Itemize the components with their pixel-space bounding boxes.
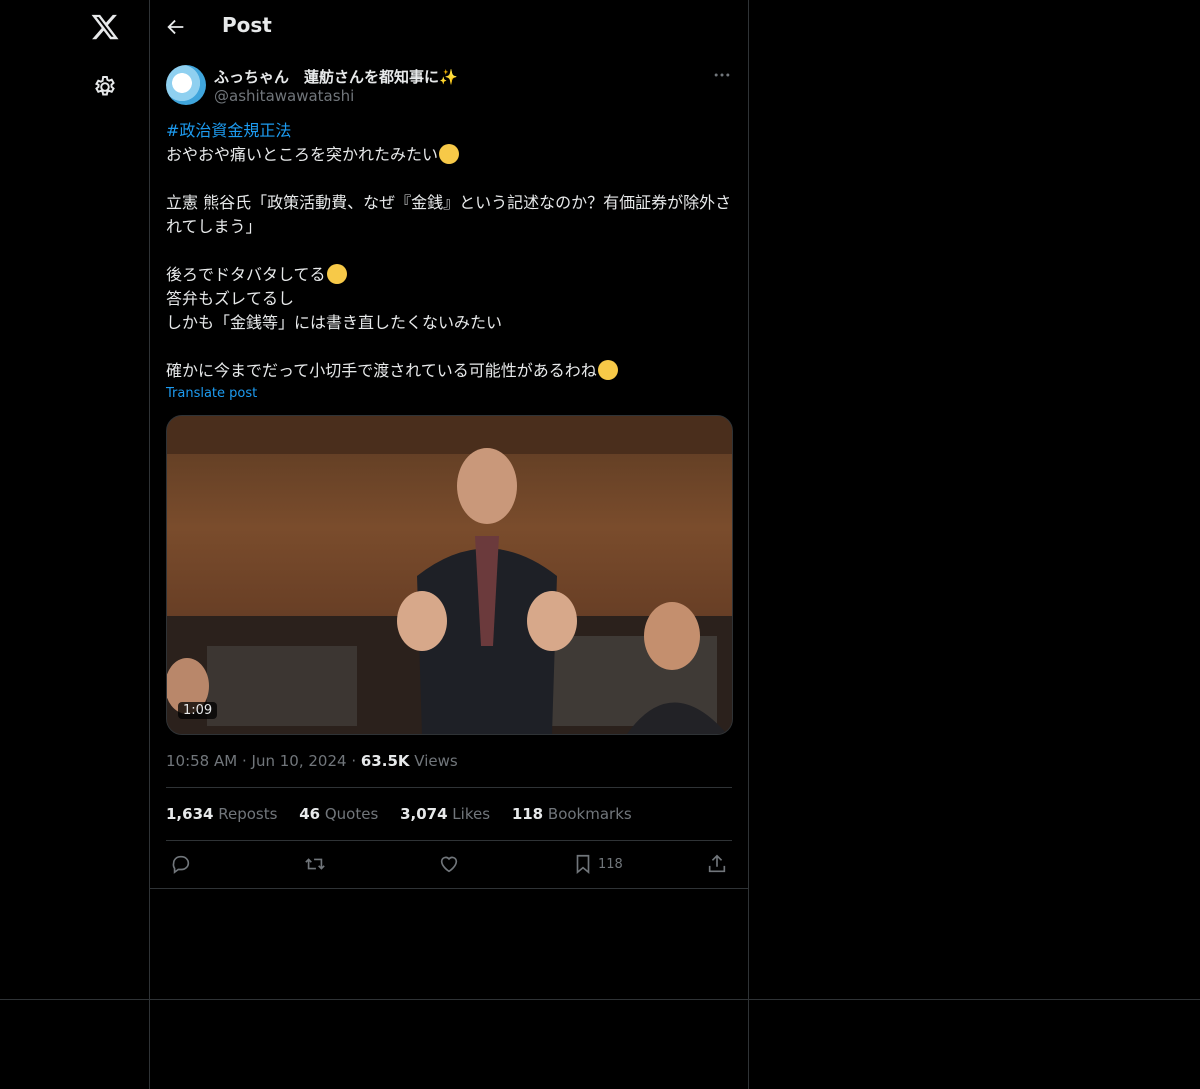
likes-stat[interactable]: 3,074 Likes [400, 805, 490, 823]
video-duration: 1:09 [178, 702, 218, 719]
likes-count: 3,074 [400, 805, 448, 823]
back-arrow-icon[interactable] [165, 16, 187, 38]
settings-icon[interactable] [92, 74, 118, 100]
translate-post-link[interactable]: Translate post [166, 386, 257, 401]
avatar[interactable] [166, 65, 206, 105]
reposts-count: 1,634 [166, 805, 214, 823]
post-date[interactable]: Jun 10, 2024 [252, 752, 347, 770]
bookmarks-count: 118 [511, 805, 544, 823]
post-line-5: しかも「金銭等」には書き直したくないみたい [166, 313, 503, 332]
views-label: Views [414, 752, 458, 770]
post-line-6: 確かに今までだって小切手で渡されている可能性があるわね [166, 361, 597, 380]
page-title: Post [222, 13, 272, 37]
author-name[interactable]: ふっちゃん 蓮舫さんを都知事に✨ [214, 66, 458, 87]
bookmark-icon[interactable] [572, 853, 594, 875]
emoji-thinking-icon [597, 360, 618, 380]
post-text: #政治資金規正法 おやおや痛いところを突かれたみたい 立憲 熊谷氏「政策活動費、… [166, 119, 734, 383]
author-name-text: ふっちゃん 蓮舫さんを都知事に [214, 68, 440, 86]
share-icon[interactable] [706, 853, 728, 875]
post-line-1: おやおや痛いところを突かれたみたい [166, 145, 439, 164]
emoji-hand-over-mouth-icon [439, 144, 460, 164]
more-icon[interactable] [712, 65, 732, 85]
quotes-label: Quotes [324, 805, 379, 823]
reply-icon[interactable] [170, 853, 192, 875]
post-paragraph-2: 立憲 熊谷氏「政策活動費、なぜ『金銭』という記述なのか？有価証券が除外されてしま… [166, 193, 732, 236]
author-handle[interactable]: @ashitawawatashi [214, 87, 354, 105]
post-bottom-border [150, 888, 748, 889]
quotes-count: 46 [299, 805, 321, 823]
bookmark-count: 118 [598, 857, 623, 872]
bookmarks-label: Bookmarks [547, 805, 632, 823]
video-frame [167, 416, 732, 734]
hashtag-link[interactable]: #政治資金規正法 [166, 121, 291, 140]
reposts-stat[interactable]: 1,634 Reposts [166, 805, 277, 823]
x-logo-icon[interactable] [90, 12, 120, 42]
post-time[interactable]: 10:58 AM [166, 752, 237, 770]
post-meta: 10:58 AM · Jun 10, 2024 · 63.5K Views [166, 752, 458, 770]
post-line-4: 答弁もズレてるし [166, 289, 295, 308]
main-column-divider [748, 0, 749, 1089]
likes-label: Likes [452, 805, 491, 823]
quotes-stat[interactable]: 46 Quotes [299, 805, 378, 823]
like-icon[interactable] [438, 853, 460, 875]
nav-divider [149, 0, 150, 1089]
bottom-divider [0, 999, 1200, 1000]
bookmarks-stat[interactable]: 118 Bookmarks [512, 805, 632, 823]
repost-icon[interactable] [304, 853, 326, 875]
divider [166, 840, 732, 841]
video-player[interactable] [166, 415, 733, 735]
post-stats: 1,634 Reposts 46 Quotes 3,074 Likes 118 … [166, 805, 649, 823]
views-count: 63.5K [360, 752, 410, 770]
divider [166, 787, 732, 788]
post-line-3: 後ろでドタバタしてる [166, 265, 326, 284]
emoji-grinning-squint-icon [326, 264, 347, 284]
sparkles-emoji: ✨ [439, 68, 458, 86]
reposts-label: Reposts [218, 805, 278, 823]
